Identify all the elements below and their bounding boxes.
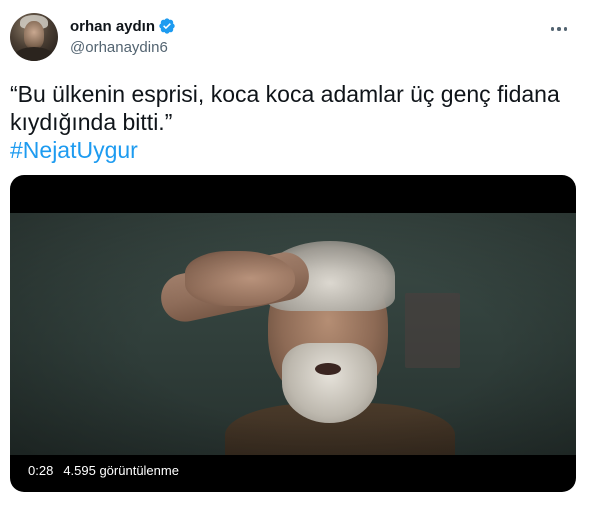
video-views: 4.595 görüntülenme <box>63 462 179 478</box>
display-name-row[interactable]: orhan aydın <box>70 16 176 36</box>
tweet-header: orhan aydın @orhanaydin6 <box>10 13 579 63</box>
author-handle[interactable]: @orhanaydin6 <box>70 39 176 56</box>
tweet-text: “Bu ülkenin esprisi, koca koca adamlar ü… <box>10 80 575 164</box>
hashtag-link[interactable]: #NejatUygur <box>10 136 575 164</box>
video-frame[interactable] <box>10 213 576 455</box>
author-names: orhan aydın @orhanaydin6 <box>70 16 176 56</box>
verified-badge-icon <box>159 18 175 34</box>
vignette <box>10 213 576 455</box>
video-elapsed: 0:28 <box>28 462 54 478</box>
avatar-face <box>24 21 44 49</box>
more-dot <box>557 27 561 31</box>
video-player[interactable]: 0:28 4.595 görüntülenme <box>10 175 576 492</box>
more-horizontal-icon[interactable] <box>547 17 571 41</box>
avatar-shoulder <box>14 47 54 61</box>
video-meta: 0:28 4.595 görüntülenme <box>28 461 179 479</box>
more-dot <box>563 27 568 31</box>
avatar[interactable] <box>10 13 58 61</box>
tweet-body: “Bu ülkenin esprisi, koca koca adamlar ü… <box>10 81 560 135</box>
display-name[interactable]: orhan aydın <box>70 18 155 35</box>
more-dot <box>550 27 555 31</box>
